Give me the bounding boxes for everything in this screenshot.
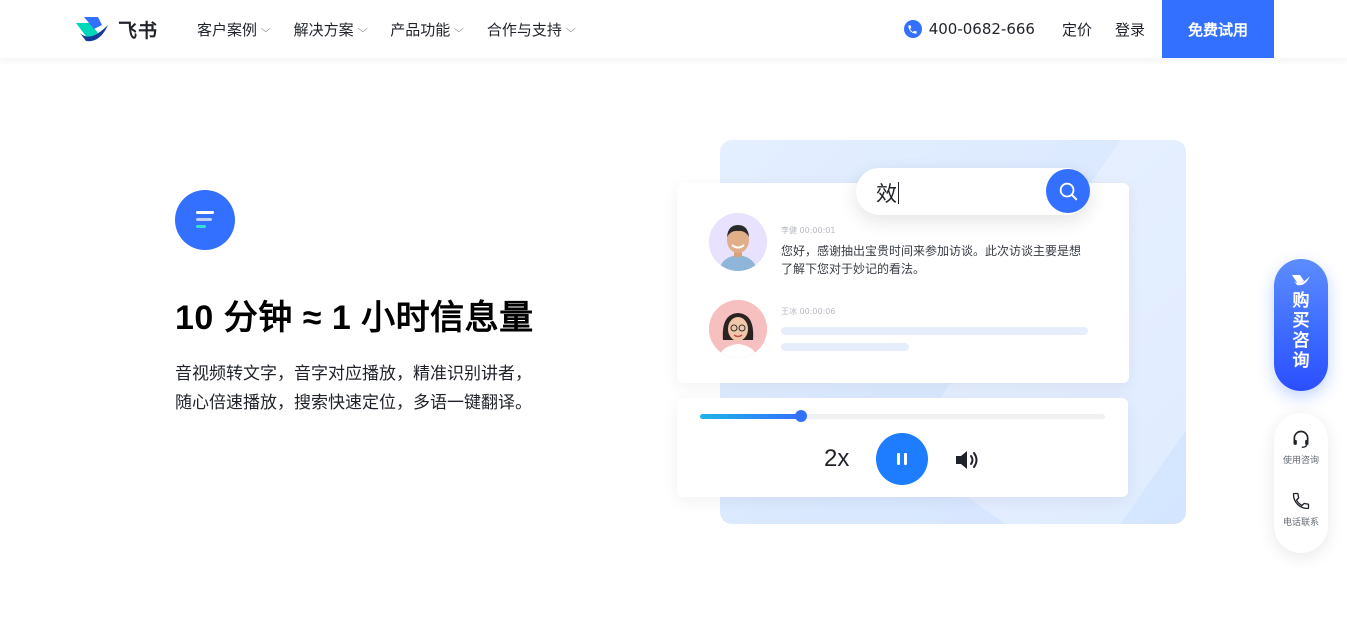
headset-icon bbox=[1293, 430, 1309, 448]
nav-customer-cases[interactable]: 客户案例 ⌵ bbox=[197, 19, 271, 40]
top-navigation-bar: 飞书 客户案例 ⌵ 解决方案 ⌵ 产品功能 ⌵ 合作与支持 ⌵ 400-0682… bbox=[0, 0, 1347, 58]
phone-number: 400-0682-666 bbox=[928, 20, 1035, 38]
feature-title: 10 分钟 ≈ 1 小时信息量 bbox=[175, 299, 534, 337]
nav-product-features[interactable]: 产品功能 ⌵ bbox=[390, 19, 464, 40]
feature-description-line: 音视频转文字，音字对应播放，精准识别讲者， bbox=[175, 364, 532, 384]
speaker1-message: 您好，感谢抽出宝贵时间来参加访谈。此次访谈主要是想了解下您对于妙记的看法。 bbox=[781, 244, 1082, 276]
free-trial-button[interactable]: 免费试用 bbox=[1162, 0, 1274, 58]
playback-progress-fill bbox=[700, 414, 802, 419]
search-icon[interactable] bbox=[1046, 169, 1090, 213]
transcript-placeholder-line bbox=[781, 343, 909, 351]
speaker1-meta: 李健 00:00:01 bbox=[781, 226, 836, 235]
phone-contact-label: 电话联系 bbox=[1282, 518, 1319, 528]
nav-label: 解决方案 bbox=[293, 20, 354, 39]
feature-description-line: 随心倍速播放，搜索快速定位，多语一键翻译。 bbox=[175, 393, 532, 413]
login-link[interactable]: 登录 bbox=[1115, 19, 1145, 40]
main-nav: 客户案例 ⌵ 解决方案 ⌵ 产品功能 ⌵ 合作与支持 ⌵ bbox=[197, 0, 576, 58]
usage-consult-label: 使用咨询 bbox=[1282, 456, 1319, 466]
nav-label: 产品功能 bbox=[390, 20, 451, 39]
chevron-down-icon: ⌵ bbox=[454, 23, 464, 35]
feishu-bird-logo-icon bbox=[76, 17, 108, 42]
nav-label: 合作与支持 bbox=[486, 20, 562, 39]
nav-label: 客户案例 bbox=[197, 20, 258, 39]
logo-text: 飞书 bbox=[118, 19, 159, 42]
phone-icon bbox=[903, 20, 922, 38]
pricing-link[interactable]: 定价 bbox=[1062, 19, 1092, 40]
hotline[interactable]: 400-0682-666 bbox=[903, 20, 1035, 38]
phone-icon bbox=[1292, 492, 1310, 510]
transcript-placeholder-line bbox=[781, 327, 1088, 335]
transcript-search-box[interactable]: 效 bbox=[856, 168, 1090, 215]
search-input-text[interactable]: 效 bbox=[876, 178, 899, 208]
speaker-male-avatar bbox=[709, 213, 767, 271]
nav-partnership-support[interactable]: 合作与支持 ⌵ bbox=[486, 19, 576, 40]
chevron-down-icon: ⌵ bbox=[260, 23, 271, 35]
support-widget: 使用咨询 电话联系 bbox=[1274, 413, 1328, 553]
volume-icon[interactable] bbox=[954, 448, 982, 472]
nav-solutions[interactable]: 解决方案 ⌵ bbox=[293, 19, 368, 40]
chevron-down-icon: ⌵ bbox=[565, 23, 576, 35]
phone-contact-button[interactable]: 电话联系 bbox=[1274, 491, 1328, 528]
text-caret bbox=[898, 182, 899, 204]
usage-consult-button[interactable]: 使用咨询 bbox=[1274, 429, 1328, 466]
pause-icon bbox=[897, 453, 907, 465]
feishu-logo-icon bbox=[1292, 275, 1310, 286]
purchase-consult-label: 购买咨询 bbox=[1292, 291, 1310, 371]
transcript-lines-icon bbox=[175, 190, 235, 250]
chevron-down-icon: ⌵ bbox=[357, 23, 368, 35]
pause-button[interactable] bbox=[876, 433, 928, 485]
speaker-female-avatar bbox=[709, 300, 767, 358]
playback-speed-button[interactable]: 2x bbox=[824, 445, 849, 473]
feature-description: 音视频转文字，音字对应播放，精准识别讲者， 随心倍速播放，搜索快速定位，多语一键… bbox=[175, 360, 575, 418]
feishu-logo[interactable]: 飞书 bbox=[74, 14, 158, 44]
speaker2-meta: 王冰 00:00:06 bbox=[781, 307, 836, 316]
header-actions: 400-0682-666 定价 登录 免费试用 bbox=[903, 0, 1274, 58]
purchase-consult-button[interactable]: 购买咨询 bbox=[1274, 259, 1328, 391]
playback-progress-track[interactable] bbox=[700, 410, 1105, 422]
